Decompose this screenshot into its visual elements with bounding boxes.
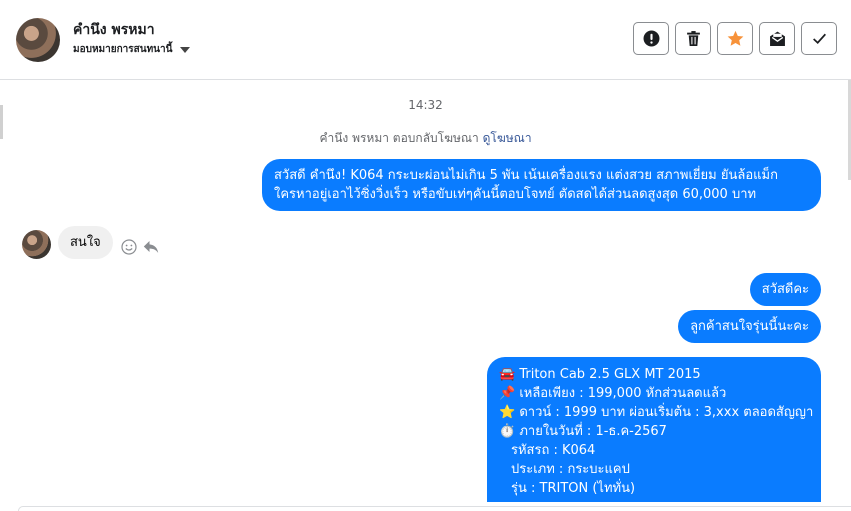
contact-avatar[interactable]	[16, 18, 60, 62]
message-timestamp: 14:32	[408, 98, 443, 112]
car-detail-line: ประเภท : กระบะแคป	[511, 462, 630, 477]
star-icon	[727, 30, 743, 46]
message-line: ใครหาอยู่เอาไว้ซิ่งวิ่งเร็ว หรือขับเท่ๆค…	[274, 187, 757, 202]
conversation-toolbar	[633, 22, 837, 55]
emoji-reaction-icon[interactable]	[121, 239, 137, 255]
delete-button[interactable]	[675, 22, 711, 55]
car-emoji-icon: 🚘	[499, 367, 516, 382]
car-detail-line: 🚘 Triton Cab 2.5 GLX MT 2015	[499, 367, 701, 382]
mark-unread-button[interactable]	[759, 22, 795, 55]
outgoing-message-bubble: สวัสดี คำนึง! K064 กระบะผ่อนไม่เกิน 5 พั…	[262, 159, 821, 211]
caret-down-icon	[180, 46, 191, 53]
car-detail-line: ⭐ ดาวน์ : 1999 บาท ผ่อนเริ่มต้น : 3,xxx …	[499, 405, 814, 420]
outgoing-message-bubble: สวัสดีคะ	[749, 273, 821, 306]
trash-icon	[686, 31, 700, 46]
car-detail-line: ⏱️ ภายในวันที่ : 1-ธ.ค-2567	[499, 424, 667, 439]
message-line: สวัสดี คำนึง! K064 กระบะผ่อนไม่เกิน 5 พั…	[274, 168, 778, 183]
exclamation-icon	[643, 30, 659, 47]
message-composer[interactable]	[18, 506, 851, 511]
star-button[interactable]	[717, 22, 753, 55]
car-detail-line: รหัสรถ : K064	[511, 443, 596, 458]
conversation-header: คำนึง พรหมา มอบหมายการสนทนานี้	[0, 0, 851, 80]
mark-done-button[interactable]	[801, 22, 837, 55]
assign-conversation-dropdown[interactable]: มอบหมายการสนทนานี้	[73, 42, 191, 57]
outgoing-message-bubble: ลูกค้าสนใจรุ่นนี้นะคะ	[678, 310, 821, 343]
reply-arrow-icon[interactable]	[143, 239, 159, 255]
envelope-icon	[769, 31, 785, 46]
outgoing-car-details-bubble: 🚘 Triton Cab 2.5 GLX MT 2015 📌 เหลือเพีย…	[487, 357, 821, 502]
view-ad-link[interactable]: ดูโฆษณา	[483, 131, 532, 145]
car-detail-line: รุ่น : TRITON (ไททั่น)	[511, 481, 636, 496]
report-button[interactable]	[633, 22, 669, 55]
ad-reply-note: คำนึง พรหมา ตอบกลับโฆษณา ดูโฆษณา	[0, 129, 851, 148]
car-detail-line: 📌 เหลือเพียง : 199,000 หักส่วนลดแล้ว	[499, 386, 727, 401]
sender-avatar[interactable]	[22, 230, 51, 259]
ad-reply-text: คำนึง พรหมา ตอบกลับโฆษณา	[319, 131, 479, 145]
stopwatch-icon: ⏱️	[499, 424, 516, 439]
contact-name[interactable]: คำนึง พรหมา	[73, 19, 155, 41]
star-emoji-icon: ⭐	[499, 405, 516, 420]
assign-label: มอบหมายการสนทนานี้	[73, 44, 173, 55]
check-icon	[812, 33, 826, 44]
pushpin-icon: 📌	[499, 386, 516, 401]
incoming-message-bubble: สนใจ	[58, 226, 113, 259]
